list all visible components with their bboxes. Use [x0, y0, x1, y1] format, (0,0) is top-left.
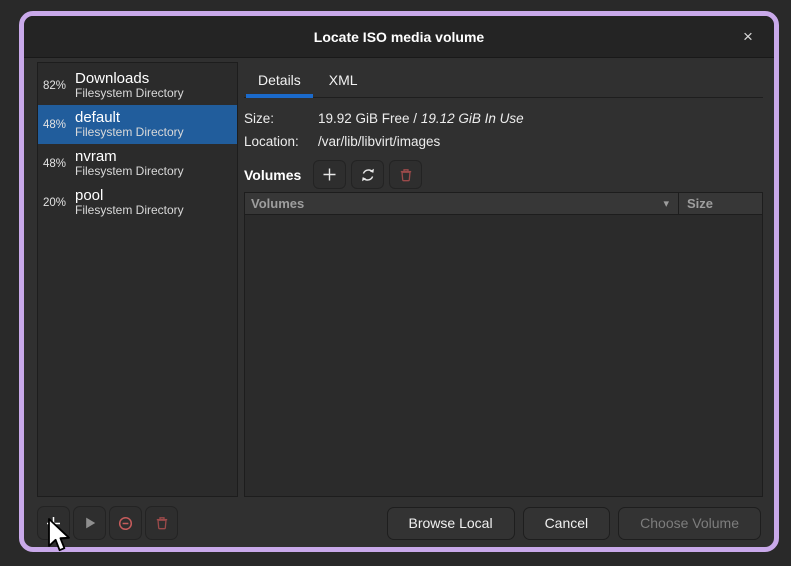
titlebar[interactable]: Locate ISO media volume ×: [24, 16, 774, 58]
plus-icon: [322, 167, 337, 182]
pool-list-item[interactable]: 48% nvram Filesystem Directory: [38, 144, 237, 183]
close-icon[interactable]: ×: [736, 25, 760, 49]
window-title: Locate ISO media volume: [314, 29, 484, 45]
browse-local-button[interactable]: Browse Local: [387, 507, 515, 540]
volumes-table-header: Volumes ▾ Size: [245, 193, 762, 215]
play-icon: [82, 515, 98, 531]
add-volume-button[interactable]: [313, 160, 346, 189]
sort-descending-icon: ▾: [663, 197, 669, 210]
pool-type: Filesystem Directory: [75, 87, 184, 100]
start-pool-button[interactable]: [73, 506, 106, 540]
size-row: Size: 19.92 GiB Free / 19.12 GiB In Use: [244, 107, 763, 130]
pool-list-item[interactable]: 48% default Filesystem Directory: [38, 105, 237, 144]
pool-usage-percent: 82%: [43, 80, 71, 92]
trash-icon: [398, 167, 414, 183]
footer: Browse Local Cancel Choose Volume: [37, 506, 761, 540]
column-header-volumes[interactable]: Volumes ▾: [245, 193, 679, 214]
tab-details[interactable]: Details: [244, 62, 315, 97]
trash-icon: [154, 515, 170, 531]
column-header-size[interactable]: Size: [679, 193, 762, 214]
locate-iso-dialog: Locate ISO media volume × 82% Downloads …: [19, 11, 779, 552]
pool-type: Filesystem Directory: [75, 165, 184, 178]
volumes-label: Volumes: [244, 167, 301, 183]
storage-pool-list: 82% Downloads Filesystem Directory 48% d…: [37, 62, 238, 497]
circle-minus-icon: [117, 515, 134, 532]
size-label: Size:: [244, 107, 318, 130]
stop-pool-button[interactable]: [109, 506, 142, 540]
pool-usage-percent: 20%: [43, 197, 71, 209]
volumes-table: Volumes ▾ Size: [244, 192, 763, 497]
refresh-volumes-button[interactable]: [351, 160, 384, 189]
delete-pool-button[interactable]: [145, 506, 178, 540]
choose-volume-button[interactable]: Choose Volume: [618, 507, 761, 540]
pool-list-item[interactable]: 82% Downloads Filesystem Directory: [38, 66, 237, 105]
size-value: 19.92 GiB Free / 19.12 GiB In Use: [318, 107, 524, 130]
size-in-use: 19.12 GiB In Use: [421, 111, 524, 126]
refresh-icon: [360, 167, 376, 183]
pool-type: Filesystem Directory: [75, 126, 184, 139]
location-row: Location: /var/lib/libvirt/images: [244, 130, 763, 153]
pool-name: Downloads: [75, 71, 184, 88]
pool-usage-percent: 48%: [43, 119, 71, 131]
pool-usage-percent: 48%: [43, 158, 71, 170]
location-label: Location:: [244, 130, 318, 153]
tab-xml[interactable]: XML: [315, 62, 372, 97]
dialog-content: 82% Downloads Filesystem Directory 48% d…: [24, 58, 774, 547]
pool-list-item[interactable]: 20% pool Filesystem Directory: [38, 183, 237, 222]
details-tabs: Details XML: [244, 62, 763, 98]
pool-type: Filesystem Directory: [75, 204, 184, 217]
plus-icon: [45, 515, 62, 532]
volumes-toolbar: Volumes: [244, 160, 763, 189]
volumes-table-body[interactable]: [245, 215, 762, 496]
pool-details-pane: Details XML Size: 19.92 GiB Free / 19.12…: [244, 62, 763, 497]
pool-name: default: [75, 110, 184, 127]
add-pool-button[interactable]: [37, 506, 70, 540]
pool-name: nvram: [75, 149, 184, 166]
delete-volume-button[interactable]: [389, 160, 422, 189]
location-value: /var/lib/libvirt/images: [318, 130, 440, 153]
pool-name: pool: [75, 188, 184, 205]
cancel-button[interactable]: Cancel: [523, 507, 611, 540]
